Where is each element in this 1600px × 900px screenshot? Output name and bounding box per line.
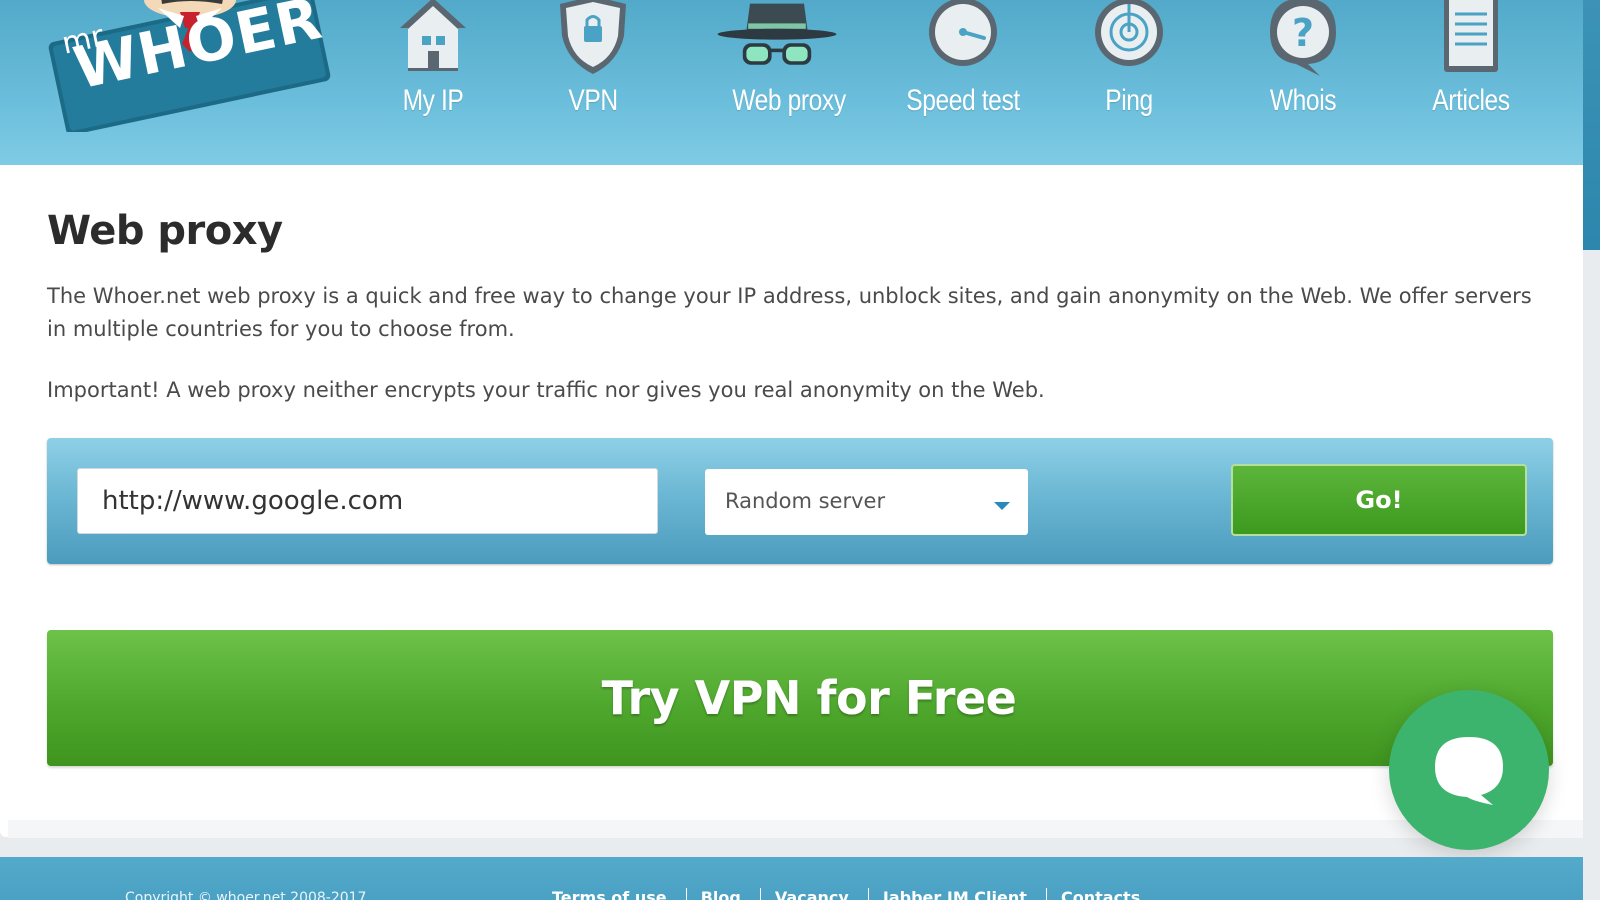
footer-link-jabber[interactable]: Jabber IM Client	[867, 888, 1041, 900]
chat-button[interactable]	[1389, 690, 1549, 850]
document-icon	[1444, 0, 1498, 72]
svg-text:?: ?	[1292, 11, 1314, 55]
card-footer-shade	[8, 820, 1583, 838]
main-nav: My IP VPN Web proxy Speed test Ping ? Wh…	[0, 0, 1600, 165]
hat-glasses-icon	[717, 3, 837, 65]
intro-text: The Whoer.net web proxy is a quick and f…	[47, 284, 1532, 341]
nav-item-web-proxy[interactable]: Web proxy	[702, 0, 852, 135]
house-icon	[400, 0, 466, 71]
footer-links: Terms of use Blog Vacancy Jabber IM Clie…	[552, 888, 1154, 900]
footer-link-blog[interactable]: Blog	[685, 888, 755, 900]
footer-link-contacts[interactable]: Contacts	[1046, 888, 1154, 900]
go-button[interactable]: Go!	[1231, 464, 1527, 536]
server-select[interactable]: Random server	[705, 469, 1028, 535]
nav-label: Articles	[1432, 84, 1510, 117]
nav-label: My IP	[402, 84, 464, 117]
warning-text: Important! A web proxy neither encrypts …	[47, 378, 1045, 402]
try-vpn-label: Try VPN for Free	[601, 671, 1017, 725]
nav-item-my-ip[interactable]: My IP	[358, 0, 508, 135]
nav-item-ping[interactable]: Ping	[1054, 0, 1204, 135]
question-bubble-icon: ?	[1270, 0, 1336, 76]
page-title: Web proxy	[47, 208, 283, 254]
footer-link-vacancy[interactable]: Vacancy	[759, 888, 863, 900]
url-input[interactable]	[77, 468, 658, 534]
site-footer: Copyright © whoer.net 2008-2017 Terms of…	[0, 857, 1583, 900]
nav-item-vpn[interactable]: VPN	[518, 0, 668, 135]
nav-label: Ping	[1105, 84, 1153, 117]
nav-item-speed-test[interactable]: Speed test	[888, 0, 1038, 135]
server-select-value: Random server	[725, 489, 886, 513]
chevron-down-icon	[994, 502, 1010, 510]
chat-bubble-icon	[1435, 737, 1503, 805]
footer-link-terms[interactable]: Terms of use	[552, 888, 681, 900]
nav-item-whois[interactable]: ? Whois	[1228, 0, 1378, 135]
footer-copyright: Copyright © whoer.net 2008-2017	[125, 890, 367, 900]
nav-item-articles[interactable]: Articles	[1396, 0, 1546, 135]
try-vpn-button[interactable]: Try VPN for Free	[47, 630, 1553, 766]
nav-label: Speed test	[906, 84, 1020, 117]
nav-label: Whois	[1269, 84, 1337, 117]
shield-lock-icon	[560, 0, 626, 74]
nav-label: VPN	[568, 84, 618, 117]
radar-icon	[1095, 0, 1163, 66]
speedometer-icon	[929, 0, 997, 66]
nav-label: Web proxy	[732, 84, 846, 117]
